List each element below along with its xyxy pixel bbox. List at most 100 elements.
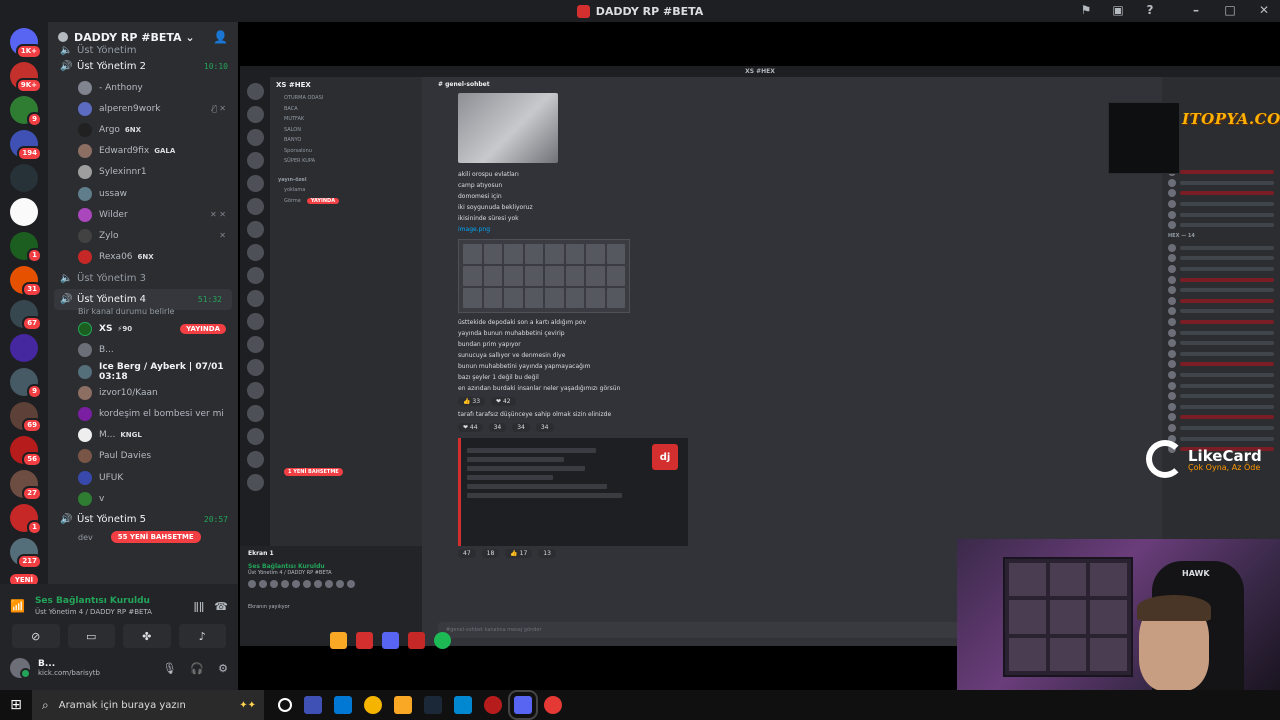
- inner-channel: SALON: [284, 126, 301, 133]
- signal-icon[interactable]: 📶: [10, 599, 25, 613]
- voice-user[interactable]: Paul Davies: [48, 446, 238, 467]
- chat-image: [458, 93, 558, 163]
- minimize-button[interactable]: –: [1188, 3, 1204, 17]
- server-icon[interactable]: [10, 334, 38, 362]
- windows-start-icon[interactable]: ⊞: [0, 697, 32, 713]
- inbox-icon[interactable]: ⚑: [1078, 3, 1094, 17]
- voice-user[interactable]: UFUK: [48, 467, 238, 488]
- noise-suppression-icon[interactable]: ǁǁ: [193, 600, 204, 613]
- new-mentions-pill[interactable]: 55 YENİ BAHSETME: [110, 531, 201, 544]
- voice-channel-ust-yonetim-5[interactable]: 🔊 Üst Yönetim 5 20:57: [48, 509, 238, 530]
- voice-user[interactable]: - Anthony: [48, 77, 238, 98]
- gear-icon[interactable]: ⚙: [218, 662, 228, 675]
- help-icon[interactable]: ?: [1142, 3, 1158, 17]
- server-icon[interactable]: [10, 198, 38, 226]
- avatar: [78, 165, 92, 180]
- voice-channel-ust-yonetim-3[interactable]: 🔈 Üst Yönetim 3: [48, 268, 238, 289]
- voice-channel-ust-yonetim-2[interactable]: 🔊 Üst Yönetim 2 10:10: [48, 56, 238, 77]
- voice-user[interactable]: ussaw: [48, 183, 238, 204]
- screen-icon[interactable]: ▣: [1110, 3, 1126, 17]
- discord-icon[interactable]: [508, 690, 538, 720]
- activities-button[interactable]: ✤: [123, 624, 171, 648]
- server-icon[interactable]: 9: [10, 96, 42, 127]
- server-icon: [246, 474, 264, 491]
- search-icon: ⌕: [42, 697, 49, 712]
- steam-icon[interactable]: [424, 696, 442, 714]
- task-view-icon[interactable]: [278, 698, 292, 712]
- muted-icon: ✕ ✕: [210, 210, 226, 220]
- channel-status[interactable]: Bir kanal durumu belirle: [48, 307, 238, 319]
- window-titlebar: DADDY RP #BETA ⚑ ▣ ? – □ ✕: [0, 0, 1280, 22]
- avatar: [78, 407, 92, 422]
- voice-location[interactable]: Üst Yönetim 4 / DADDY RP #BETA: [35, 608, 152, 616]
- server-icon: [246, 290, 264, 307]
- chat-embed: dj: [458, 438, 688, 546]
- avatar: [78, 122, 92, 137]
- server-icon: [246, 336, 264, 353]
- server-icon[interactable]: 217: [10, 538, 42, 569]
- server-icon: [246, 313, 264, 330]
- voice-user[interactable]: Rexa06 6NX: [48, 247, 238, 268]
- reactions: 👍 33 ❤ 42: [438, 397, 1146, 406]
- app-icon[interactable]: [304, 696, 322, 714]
- voice-user[interactable]: izvor10/Kaan: [48, 382, 238, 403]
- mic-icon[interactable]: 🎙: [162, 662, 176, 675]
- voice-channel[interactable]: 🔈 Üst Yönetim: [48, 44, 238, 56]
- disconnect-icon[interactable]: ☎: [214, 600, 228, 613]
- server-icon[interactable]: [10, 164, 38, 192]
- voice-user[interactable]: M... KNGL: [48, 425, 238, 446]
- server-icon[interactable]: 69: [10, 402, 42, 433]
- stream-view[interactable]: XS #HEX XS #HEX OTURMA ODASI BACA MUTFAK…: [238, 22, 1280, 690]
- voice-user[interactable]: kordeşim el bombesi ver mi: [48, 403, 238, 424]
- voice-user[interactable]: alperen9work 🎙̸ ✕: [48, 98, 238, 119]
- voice-user[interactable]: Sylexinnr1: [48, 162, 238, 183]
- muted-icon: ✕: [219, 231, 226, 241]
- server-icon[interactable]: 9K+: [10, 62, 42, 93]
- voice-user[interactable]: v: [48, 488, 238, 509]
- taskbar-search[interactable]: ⌕ Aramak için buraya yazın ✦✦: [32, 690, 264, 720]
- close-button[interactable]: ✕: [1256, 3, 1272, 17]
- maximize-button[interactable]: □: [1222, 3, 1238, 17]
- server-icon[interactable]: 27: [10, 470, 42, 501]
- inner-voice-avatars: [248, 580, 414, 588]
- server-icon[interactable]: 31: [10, 266, 42, 297]
- voice-user[interactable]: B...: [48, 340, 238, 361]
- user-name: B...: [38, 659, 56, 669]
- camera-off-button[interactable]: ⊘: [12, 624, 60, 648]
- server-icon: [246, 198, 264, 215]
- store-icon[interactable]: [334, 696, 352, 714]
- server-icon[interactable]: 67: [10, 300, 42, 331]
- server-icon: [246, 175, 264, 192]
- screen-share-button[interactable]: ▭: [67, 624, 115, 648]
- server-icon[interactable]: 1: [10, 504, 42, 535]
- invite-icon[interactable]: 👤: [213, 30, 228, 44]
- voice-user[interactable]: Zylo ✕: [48, 225, 238, 246]
- voice-user[interactable]: XS ⚡90 YAYINDA: [48, 319, 238, 340]
- home-button[interactable]: 1K+: [10, 28, 42, 59]
- server-icon[interactable]: 1: [10, 232, 42, 263]
- inner-mention-row: 1 YENİ BAHSETME: [276, 468, 416, 479]
- voice-user[interactable]: Ice Berg / Ayberk | 07/01 03:18: [48, 361, 238, 382]
- voice-user[interactable]: Argo 6NX: [48, 119, 238, 140]
- server-icon[interactable]: 194: [10, 130, 42, 161]
- soundboard-button[interactable]: ♪: [178, 624, 226, 648]
- app-icon[interactable]: [454, 696, 472, 714]
- voice-user[interactable]: Wilder ✕ ✕: [48, 204, 238, 225]
- muted-icon: 🎙̸ ✕: [211, 104, 226, 114]
- chrome-icon[interactable]: [364, 696, 382, 714]
- speaker-icon: 🔈: [60, 44, 73, 56]
- server-icon[interactable]: 9: [10, 368, 42, 399]
- webcam-person-hair: [1137, 595, 1211, 621]
- user-status: kick.com/barisytb: [38, 669, 100, 677]
- inner-voice-foot: Ekranın yayılıyor: [248, 604, 290, 610]
- file-explorer-icon[interactable]: [394, 696, 412, 714]
- app-icon[interactable]: [484, 696, 502, 714]
- user-avatar[interactable]: [10, 658, 31, 679]
- voice-user[interactable]: Edward9fix GALA: [48, 141, 238, 162]
- inner-category: yayın-özel: [278, 176, 307, 183]
- server-icon[interactable]: 56: [10, 436, 42, 467]
- server-icon: [246, 267, 264, 284]
- headphones-icon[interactable]: 🎧: [190, 662, 204, 675]
- live-badge: YAYINDA: [180, 324, 226, 335]
- chrome-icon[interactable]: [544, 696, 562, 714]
